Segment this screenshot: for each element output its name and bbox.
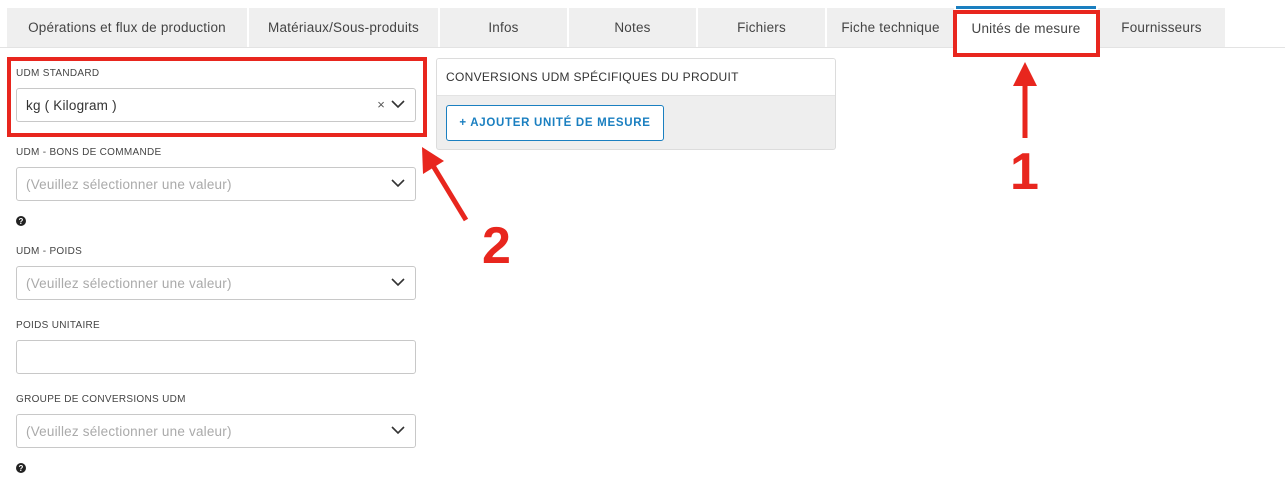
groupe-conversions-label: GROUPE DE CONVERSIONS UDM (16, 394, 186, 405)
poids-unitaire-input[interactable] (16, 340, 416, 374)
annotation-arrow-2 (422, 147, 469, 222)
chevron-down-icon (391, 426, 405, 435)
annotation-arrow-1 (1013, 62, 1037, 138)
conversions-panel: CONVERSIONS UDM SPÉCIFIQUES DU PRODUIT +… (436, 58, 836, 150)
udm-poids-select[interactable]: (Veuillez sélectionner une valeur) (16, 266, 416, 300)
udm-bons-placeholder: (Veuillez sélectionner une valeur) (26, 176, 232, 192)
udm-poids-label: UDM - POIDS (16, 246, 83, 257)
udm-poids-placeholder: (Veuillez sélectionner une valeur) (26, 275, 232, 291)
help-icon[interactable]: ? (16, 463, 26, 473)
annotation-box-tab (953, 10, 1100, 57)
tab-fiche-technique[interactable]: Fiche technique (827, 8, 954, 47)
annotation-box-udm-standard (7, 57, 427, 137)
udm-bons-select[interactable]: (Veuillez sélectionner une valeur) (16, 167, 416, 201)
tab-fichiers[interactable]: Fichiers (698, 8, 825, 47)
groupe-conversions-select[interactable]: (Veuillez sélectionner une valeur) (16, 414, 416, 448)
chevron-down-icon (391, 278, 405, 287)
tab-materiaux[interactable]: Matériaux/Sous-produits (249, 8, 438, 47)
chevron-down-icon (391, 179, 405, 188)
add-unit-button[interactable]: + AJOUTER UNITÉ DE MESURE (446, 105, 664, 141)
poids-unitaire-label: POIDS UNITAIRE (16, 320, 101, 331)
groupe-conversions-placeholder: (Veuillez sélectionner une valeur) (26, 423, 232, 439)
udm-bons-label: UDM - BONS DE COMMANDE (16, 147, 162, 158)
help-icon[interactable]: ? (16, 216, 26, 226)
tab-operations[interactable]: Opérations et flux de production (7, 8, 247, 47)
tab-notes[interactable]: Notes (569, 8, 696, 47)
annotation-marker-2: 2 (482, 217, 511, 275)
annotation-marker-1: 1 (1010, 143, 1039, 201)
tab-infos[interactable]: Infos (440, 8, 567, 47)
conversions-panel-title: CONVERSIONS UDM SPÉCIFIQUES DU PRODUIT (437, 59, 835, 96)
tab-fournisseurs[interactable]: Fournisseurs (1098, 8, 1225, 47)
